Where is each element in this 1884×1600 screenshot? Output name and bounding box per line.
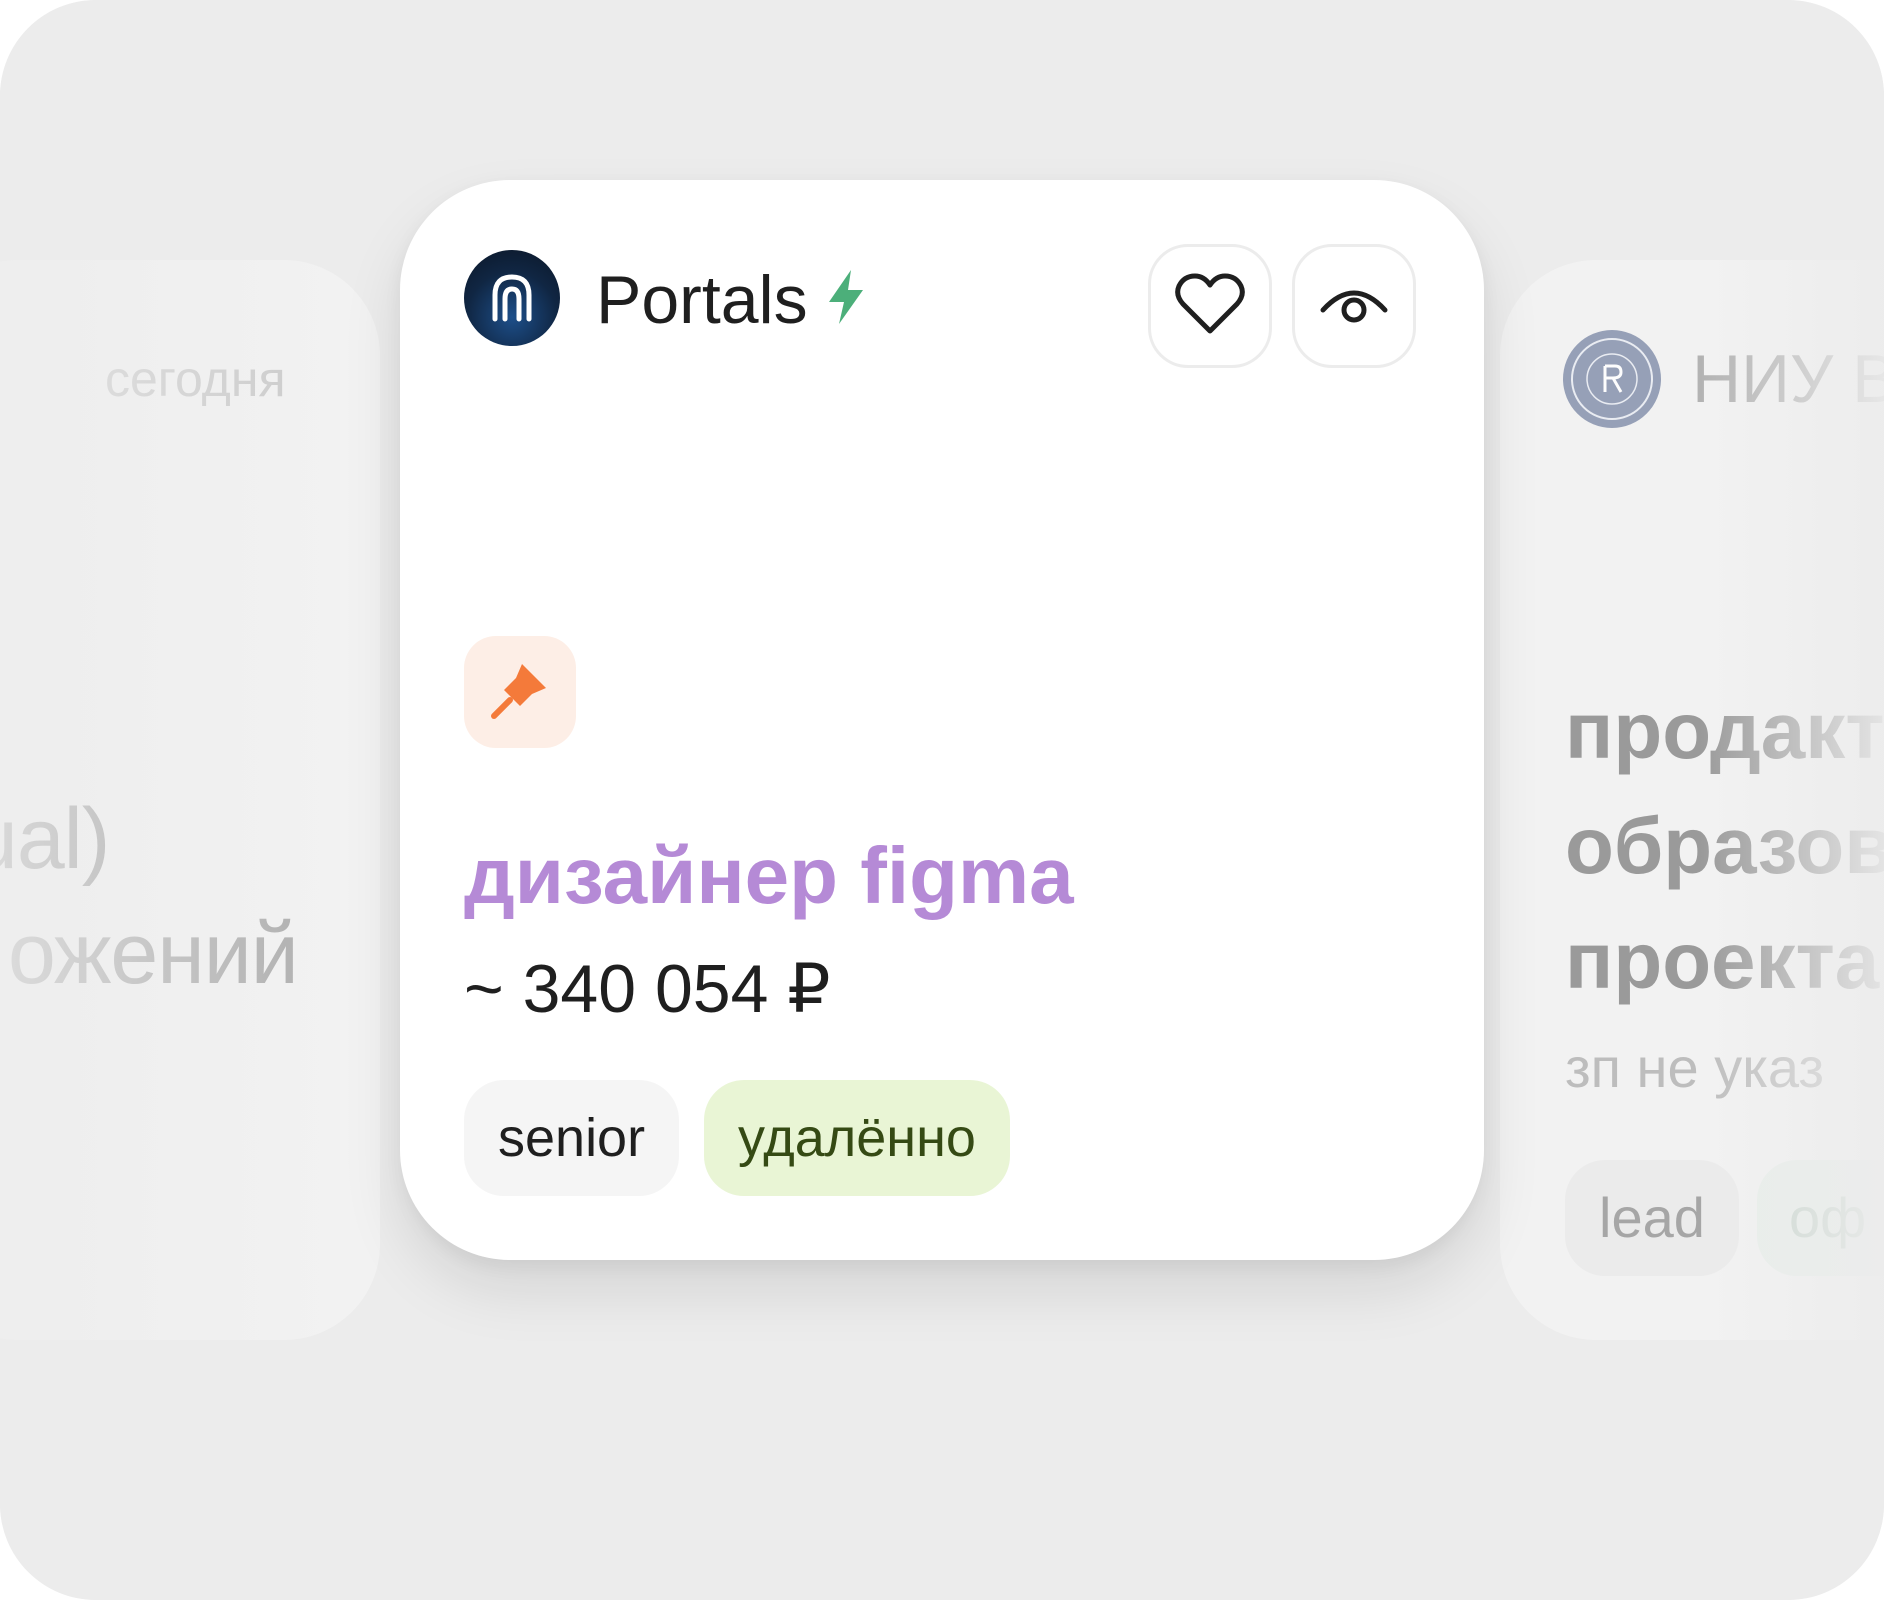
portals-logo-icon: [464, 250, 560, 346]
pinned-badge: [464, 636, 576, 748]
next-card-title-line: образов: [1565, 801, 1884, 890]
lightning-icon: [825, 268, 867, 326]
previous-card-date: сегодня: [105, 351, 286, 407]
hide-button[interactable]: [1292, 244, 1416, 368]
salary: ~ 340 054 ₽: [464, 951, 831, 1027]
next-card-tag-format: оф: [1757, 1160, 1884, 1276]
heart-icon: [1175, 273, 1245, 340]
tag-level: senior: [464, 1080, 680, 1196]
next-card-salary: зп не указ: [1565, 1036, 1825, 1099]
previous-card-title-line: ожений: [8, 906, 299, 1002]
next-card-title-line: проекта: [1565, 916, 1880, 1005]
vacancy-card[interactable]: Portals дизайнер figma ~ 340 054 ₽ senio…: [400, 180, 1484, 1260]
favorite-button[interactable]: [1148, 244, 1272, 368]
previous-card-title-line: ual): [0, 791, 110, 887]
company-name[interactable]: Portals: [596, 260, 808, 340]
next-card-tag-level: lead: [1565, 1160, 1739, 1276]
job-title[interactable]: дизайнер figma: [464, 830, 1074, 922]
tag-work-format: удалённо: [704, 1080, 1010, 1196]
eye-icon: [1319, 282, 1389, 331]
pin-icon: [488, 658, 552, 727]
next-card-company: НИУ В: [1692, 341, 1884, 417]
next-card-title-line: продакт: [1565, 686, 1884, 775]
carousel-frame: сегодня ual) ожений НИУ В продакт образо…: [0, 0, 1884, 1600]
hse-logo-icon: [1563, 330, 1661, 428]
